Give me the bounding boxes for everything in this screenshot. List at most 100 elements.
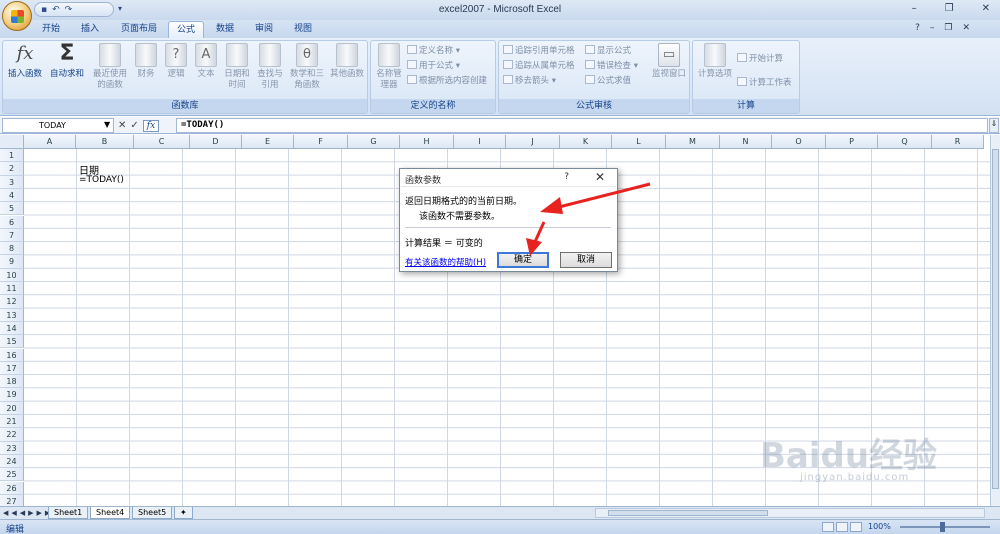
row-header-9[interactable]: 9 <box>0 255 24 269</box>
dialog-help-icon[interactable]: ? <box>564 172 569 182</box>
watch-window-button[interactable]: ▭ 监视窗口 <box>649 43 689 80</box>
column-header-L[interactable]: L <box>612 135 666 149</box>
trace-precedents-button[interactable]: 追踪引用单元格 <box>503 45 575 57</box>
dialog-close-icon[interactable]: ✕ <box>595 170 605 184</box>
date-time-button[interactable]: 日期和时间 <box>221 43 253 91</box>
row-header-10[interactable]: 10 <box>0 268 24 282</box>
select-all-corner[interactable] <box>0 135 24 149</box>
row-header-19[interactable]: 19 <box>0 388 24 402</box>
office-button[interactable] <box>2 1 32 31</box>
minimize-icon[interactable]: – <box>912 3 917 14</box>
row-header-5[interactable]: 5 <box>0 202 24 216</box>
vertical-scroll-thumb[interactable] <box>992 149 999 489</box>
sheet-tab-sheet1[interactable]: Sheet1 <box>48 507 89 519</box>
remove-arrows-button[interactable]: 移去箭头 ▾ <box>503 75 556 87</box>
autosum-button[interactable]: Σ 自动求和 <box>47 43 87 80</box>
enter-icon[interactable]: ✓ <box>130 120 138 131</box>
restore-icon[interactable]: ❐ <box>945 3 954 14</box>
vertical-scrollbar[interactable] <box>990 135 1000 506</box>
name-box-dropdown-icon[interactable]: ▼ <box>104 120 110 129</box>
column-header-J[interactable]: J <box>506 135 560 149</box>
recently-used-button[interactable]: 最近使用的函数 <box>89 43 131 91</box>
cell-B3[interactable]: =TODAY() <box>79 175 124 185</box>
column-header-D[interactable]: D <box>190 135 242 149</box>
column-header-Q[interactable]: Q <box>878 135 932 149</box>
use-in-formula-button[interactable]: 用于公式 ▾ <box>407 60 460 72</box>
row-header-21[interactable]: 21 <box>0 415 24 429</box>
page-break-view-icon[interactable] <box>850 522 862 532</box>
row-header-27[interactable]: 27 <box>0 494 24 506</box>
row-header-12[interactable]: 12 <box>0 295 24 309</box>
row-header-8[interactable]: 8 <box>0 242 24 256</box>
logical-button[interactable]: ? 逻辑 <box>161 43 191 80</box>
row-header-6[interactable]: 6 <box>0 215 24 229</box>
calc-options-button[interactable]: 计算选项 <box>695 43 735 80</box>
column-header-E[interactable]: E <box>242 135 294 149</box>
error-checking-button[interactable]: 错误检查 ▾ <box>585 60 638 72</box>
row-header-23[interactable]: 23 <box>0 441 24 455</box>
column-header-B[interactable]: B <box>76 135 134 149</box>
help-icon[interactable]: ? <box>915 23 920 33</box>
normal-view-icon[interactable] <box>822 522 834 532</box>
column-header-K[interactable]: K <box>560 135 612 149</box>
cancel-entry-icon[interactable]: ✕ <box>118 120 126 131</box>
row-header-14[interactable]: 14 <box>0 321 24 336</box>
ribbon-restore-icon[interactable]: ❐ <box>944 23 952 33</box>
insert-function-icon[interactable]: fx <box>142 119 160 132</box>
tab-view[interactable]: 视图 <box>286 21 320 38</box>
column-header-R[interactable]: R <box>932 135 984 149</box>
formula-input[interactable]: =TODAY() <box>176 118 988 133</box>
more-functions-button[interactable]: 其他函数 <box>327 43 367 80</box>
name-manager-button[interactable]: 名称管理器 <box>373 43 405 91</box>
math-trig-button[interactable]: θ 数学和三角函数 <box>287 43 327 91</box>
column-header-G[interactable]: G <box>348 135 400 149</box>
column-header-O[interactable]: O <box>772 135 826 149</box>
close-icon[interactable]: ✕ <box>982 3 990 14</box>
column-header-I[interactable]: I <box>454 135 506 149</box>
row-header-17[interactable]: 17 <box>0 361 24 376</box>
zoom-slider-knob[interactable] <box>940 522 945 532</box>
sheet-tab-sheet4[interactable]: Sheet4 <box>90 507 131 519</box>
insert-sheet-icon[interactable]: ✦ <box>174 507 193 519</box>
column-header-A[interactable]: A <box>24 135 76 149</box>
ribbon-minimize-icon[interactable]: – <box>930 23 935 33</box>
column-header-H[interactable]: H <box>400 135 454 149</box>
row-header-1[interactable]: 1 <box>0 149 24 163</box>
tab-data[interactable]: 数据 <box>208 21 242 38</box>
trace-dependents-button[interactable]: 追踪从属单元格 <box>503 60 575 72</box>
column-header-F[interactable]: F <box>294 135 348 149</box>
calc-now-button[interactable]: 开始计算 <box>737 53 783 65</box>
tab-page-layout[interactable]: 页面布局 <box>113 21 165 38</box>
calc-sheet-button[interactable]: 计算工作表 <box>737 77 792 89</box>
zoom-level[interactable]: 100% <box>868 522 891 531</box>
define-name-button[interactable]: 定义名称 ▾ <box>407 45 460 57</box>
tab-review[interactable]: 审阅 <box>247 21 281 38</box>
tab-insert[interactable]: 插入 <box>73 21 107 38</box>
zoom-slider[interactable] <box>900 522 990 532</box>
row-header-20[interactable]: 20 <box>0 401 24 415</box>
row-header-22[interactable]: 22 <box>0 428 24 442</box>
column-header-M[interactable]: M <box>666 135 720 149</box>
column-header-P[interactable]: P <box>826 135 878 149</box>
row-header-26[interactable]: 26 <box>0 481 24 495</box>
ok-button[interactable]: 确定 <box>497 252 549 268</box>
row-header-16[interactable]: 16 <box>0 348 24 362</box>
column-header-C[interactable]: C <box>134 135 190 149</box>
function-help-link[interactable]: 有关该函数的帮助(H) <box>405 256 486 268</box>
sheet-tab-sheet5[interactable]: Sheet5 <box>132 507 173 519</box>
row-header-18[interactable]: 18 <box>0 375 24 389</box>
financial-button[interactable]: 财务 <box>131 43 161 80</box>
horizontal-scroll-thumb[interactable] <box>608 510 768 516</box>
row-header-13[interactable]: 13 <box>0 308 24 322</box>
create-from-selection-button[interactable]: 根据所选内容创建 <box>407 75 487 87</box>
text-button[interactable]: A 文本 <box>191 43 221 80</box>
insert-function-button[interactable]: fx 插入函数 <box>5 43 45 80</box>
expand-formula-bar-icon[interactable]: ⇓ <box>989 118 999 133</box>
evaluate-formula-button[interactable]: 公式求值 <box>585 75 631 87</box>
row-header-4[interactable]: 4 <box>0 188 24 203</box>
lookup-reference-button[interactable]: 查找与引用 <box>253 43 287 91</box>
ribbon-close-icon[interactable]: ✕ <box>962 23 970 33</box>
row-header-24[interactable]: 24 <box>0 454 24 469</box>
column-header-N[interactable]: N <box>720 135 772 149</box>
row-header-7[interactable]: 7 <box>0 228 24 243</box>
